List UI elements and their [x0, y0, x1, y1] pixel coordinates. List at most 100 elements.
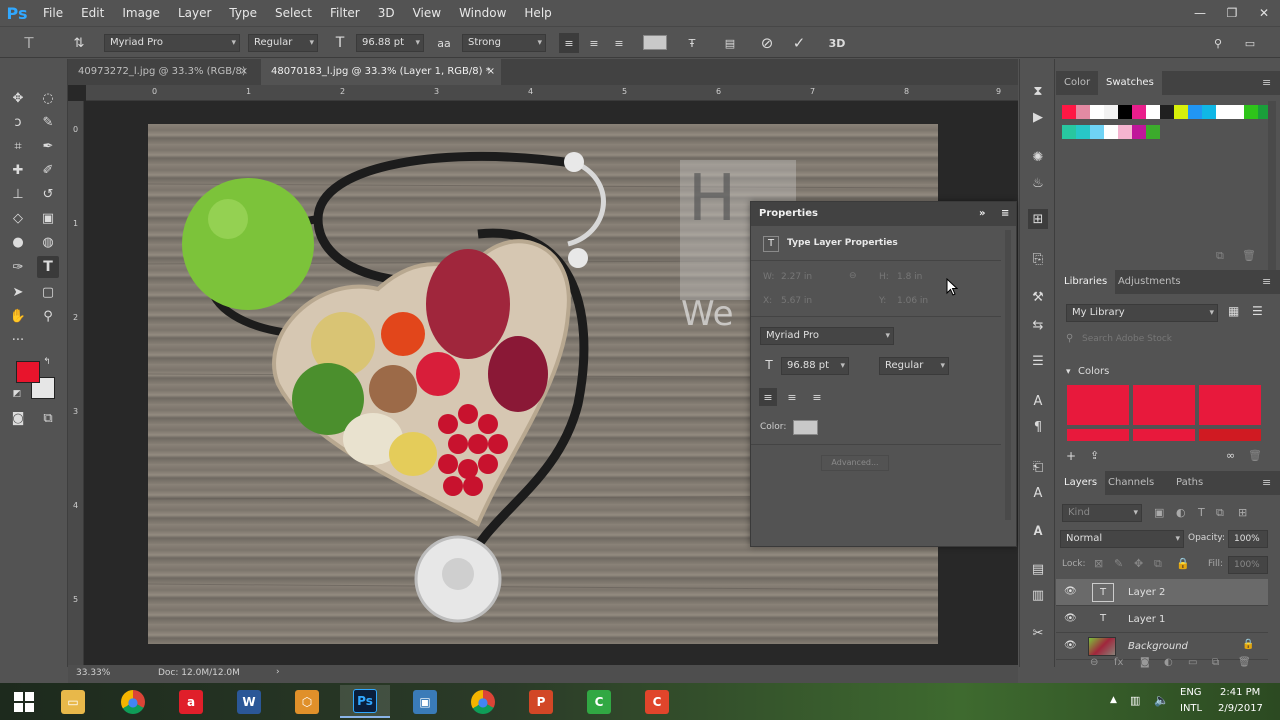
menu-type[interactable]: Type [220, 0, 266, 26]
taskbar-airtel[interactable]: a [166, 685, 216, 718]
glyphs-icon[interactable]: ⎗ [1028, 457, 1048, 477]
fill-input[interactable]: 100% [1228, 556, 1268, 574]
color-swatch[interactable] [1216, 105, 1230, 119]
hand-tool-icon[interactable]: ✋ [7, 305, 29, 327]
menu-edit[interactable]: Edit [72, 0, 113, 26]
filter-pixel-icon[interactable]: ▣ [1154, 506, 1164, 519]
align-right-icon[interactable]: ≡ [808, 388, 826, 406]
close-tab-icon[interactable]: × [487, 59, 495, 85]
taskbar-camtasia-green[interactable]: C [574, 685, 624, 718]
network-icon[interactable]: ▥ [1130, 694, 1140, 707]
color-swatch[interactable] [1076, 105, 1090, 119]
font-style-select[interactable]: Regular ▾ [248, 34, 318, 52]
color-swatch[interactable] [1090, 125, 1104, 139]
layer-kind-filter[interactable]: Kind ▾ [1062, 504, 1142, 522]
taskbar-chrome-2[interactable]: ● [458, 685, 508, 718]
tab-adjustments[interactable]: Adjustments [1110, 270, 1189, 294]
language-indicator[interactable]: ENG [1180, 687, 1202, 698]
lock-transparency-icon[interactable]: ⊠ [1094, 557, 1103, 570]
taskbar-photos[interactable]: ▣ [400, 685, 450, 718]
tab-color[interactable]: Color [1056, 71, 1098, 95]
h-value[interactable]: 1.8 in [897, 272, 922, 282]
list-view-icon[interactable]: ☰ [1252, 304, 1263, 318]
stock-search-input[interactable]: Search Adobe Stock [1082, 334, 1172, 344]
type-tool-icon[interactable]: T [18, 33, 40, 53]
commit-edit-icon[interactable]: ✓ [789, 33, 809, 53]
text-color-swatch[interactable] [643, 35, 667, 50]
notes-icon[interactable]: ▥ [1028, 585, 1048, 605]
character-panel-icon[interactable]: ▤ [720, 33, 740, 53]
library-color-tile[interactable] [1199, 429, 1261, 441]
color-swatch[interactable] [1062, 125, 1076, 139]
brush-tool-icon[interactable]: ✐ [37, 159, 59, 181]
scrollbar[interactable] [1268, 101, 1276, 271]
align-center-icon[interactable]: ≡ [584, 33, 604, 53]
add-mask-icon[interactable]: ◙ [1140, 657, 1150, 668]
lock-position-icon[interactable]: ✥ [1134, 557, 1143, 570]
collapse-panel-icon[interactable]: » [979, 202, 985, 226]
foreground-color-swatch[interactable] [16, 361, 40, 383]
tools-icon[interactable]: ✂ [1028, 623, 1048, 643]
color-swatch[interactable] [1104, 105, 1118, 119]
layer-comps-icon[interactable]: ▤ [1028, 559, 1048, 579]
link-layers-icon[interactable]: ⊖ [1090, 657, 1098, 668]
properties-font-family-select[interactable]: Myriad Pro ▾ [760, 327, 894, 345]
path-select-tool-icon[interactable]: ➤ [7, 281, 29, 303]
panel-menu-icon[interactable]: ≡ [1001, 202, 1009, 226]
color-swatch[interactable] [1132, 105, 1146, 119]
horizontal-ruler[interactable]: 0 1 2 3 4 5 6 7 8 9 [86, 85, 1018, 101]
history-icon[interactable]: ⧗ [1028, 81, 1048, 101]
tab-document-2[interactable]: 48070183_l.jpg @ 33.3% (Layer 1, RGB/8) … [261, 59, 501, 85]
anti-alias-select[interactable]: Strong ▾ [462, 34, 546, 52]
color-swatch[interactable] [1076, 125, 1090, 139]
gradient-tool-icon[interactable]: ▣ [37, 207, 59, 229]
scrollbar[interactable] [1005, 230, 1011, 520]
delete-layer-icon[interactable]: 🗑 [1238, 657, 1251, 668]
volume-icon[interactable]: 🔈 [1154, 693, 1169, 707]
panel-menu-icon[interactable]: ≡ [1262, 76, 1271, 89]
color-swatch[interactable] [1104, 125, 1118, 139]
paragraph-icon[interactable]: ¶ [1028, 417, 1048, 437]
lasso-tool-icon[interactable]: ↄ [7, 111, 29, 133]
paragraph-styles-icon[interactable]: 𝐀 [1028, 521, 1048, 541]
align-left-icon[interactable]: ≡ [559, 33, 579, 53]
cc-sync-icon[interactable]: ∞ [1226, 449, 1235, 462]
panel-menu-icon[interactable]: ≡ [1262, 476, 1271, 489]
color-swatch[interactable] [1132, 125, 1146, 139]
menu-window[interactable]: Window [450, 0, 515, 26]
properties-font-size-select[interactable]: 96.88 pt ▾ [781, 357, 849, 375]
blur-tool-icon[interactable]: ● [7, 231, 29, 253]
color-swatch[interactable] [1174, 105, 1188, 119]
layer-style-icon[interactable]: fx [1114, 657, 1123, 668]
new-swatch-icon[interactable]: ⧉ [1216, 249, 1224, 263]
delete-swatch-icon[interactable]: 🗑 [1242, 249, 1256, 262]
taskbar-file-explorer[interactable]: ▭ [48, 685, 98, 718]
font-family-select[interactable]: Myriad Pro ▾ [104, 34, 240, 52]
upload-icon[interactable]: ⇪ [1090, 449, 1099, 462]
lock-all-icon[interactable]: 🔒 [1176, 557, 1190, 570]
library-color-tile[interactable] [1133, 429, 1195, 441]
tab-document-1[interactable]: 40973272_l.jpg @ 33.3% (RGB/8) × [68, 59, 254, 85]
minimize-button[interactable]: — [1184, 0, 1216, 26]
library-select[interactable]: My Library ▾ [1066, 304, 1218, 322]
library-color-tile[interactable] [1067, 429, 1129, 441]
layer-row-background[interactable]: 👁 Background 🔒 [1056, 633, 1268, 660]
visibility-eye-icon[interactable]: 👁 [1064, 586, 1077, 597]
filter-adjustment-icon[interactable]: ◐ [1176, 506, 1186, 519]
cancel-edit-icon[interactable]: ⊘ [757, 33, 777, 53]
eyedropper-tool-icon[interactable]: ✒ [37, 135, 59, 157]
history-brush-tool-icon[interactable]: ↺ [37, 183, 59, 205]
dodge-tool-icon[interactable]: ◍ [37, 231, 59, 253]
clone-stamp-tool-icon[interactable]: ⊥ [7, 183, 29, 205]
warp-text-icon[interactable]: Ŧ [682, 33, 702, 53]
font-size-select[interactable]: 96.88 pt ▾ [356, 34, 424, 52]
color-swatch[interactable] [1062, 105, 1076, 119]
menu-layer[interactable]: Layer [169, 0, 220, 26]
brush-settings-icon[interactable]: ✺ [1028, 147, 1048, 167]
visibility-eye-icon[interactable]: 👁 [1064, 640, 1077, 651]
taskbar-powerpoint[interactable]: P [516, 685, 566, 718]
properties-font-style-select[interactable]: Regular ▾ [879, 357, 949, 375]
adjustment-icon[interactable]: ⇆ [1028, 315, 1048, 335]
color-swatch[interactable] [1160, 105, 1174, 119]
marquee-tool-icon[interactable]: ◌ [37, 87, 59, 109]
